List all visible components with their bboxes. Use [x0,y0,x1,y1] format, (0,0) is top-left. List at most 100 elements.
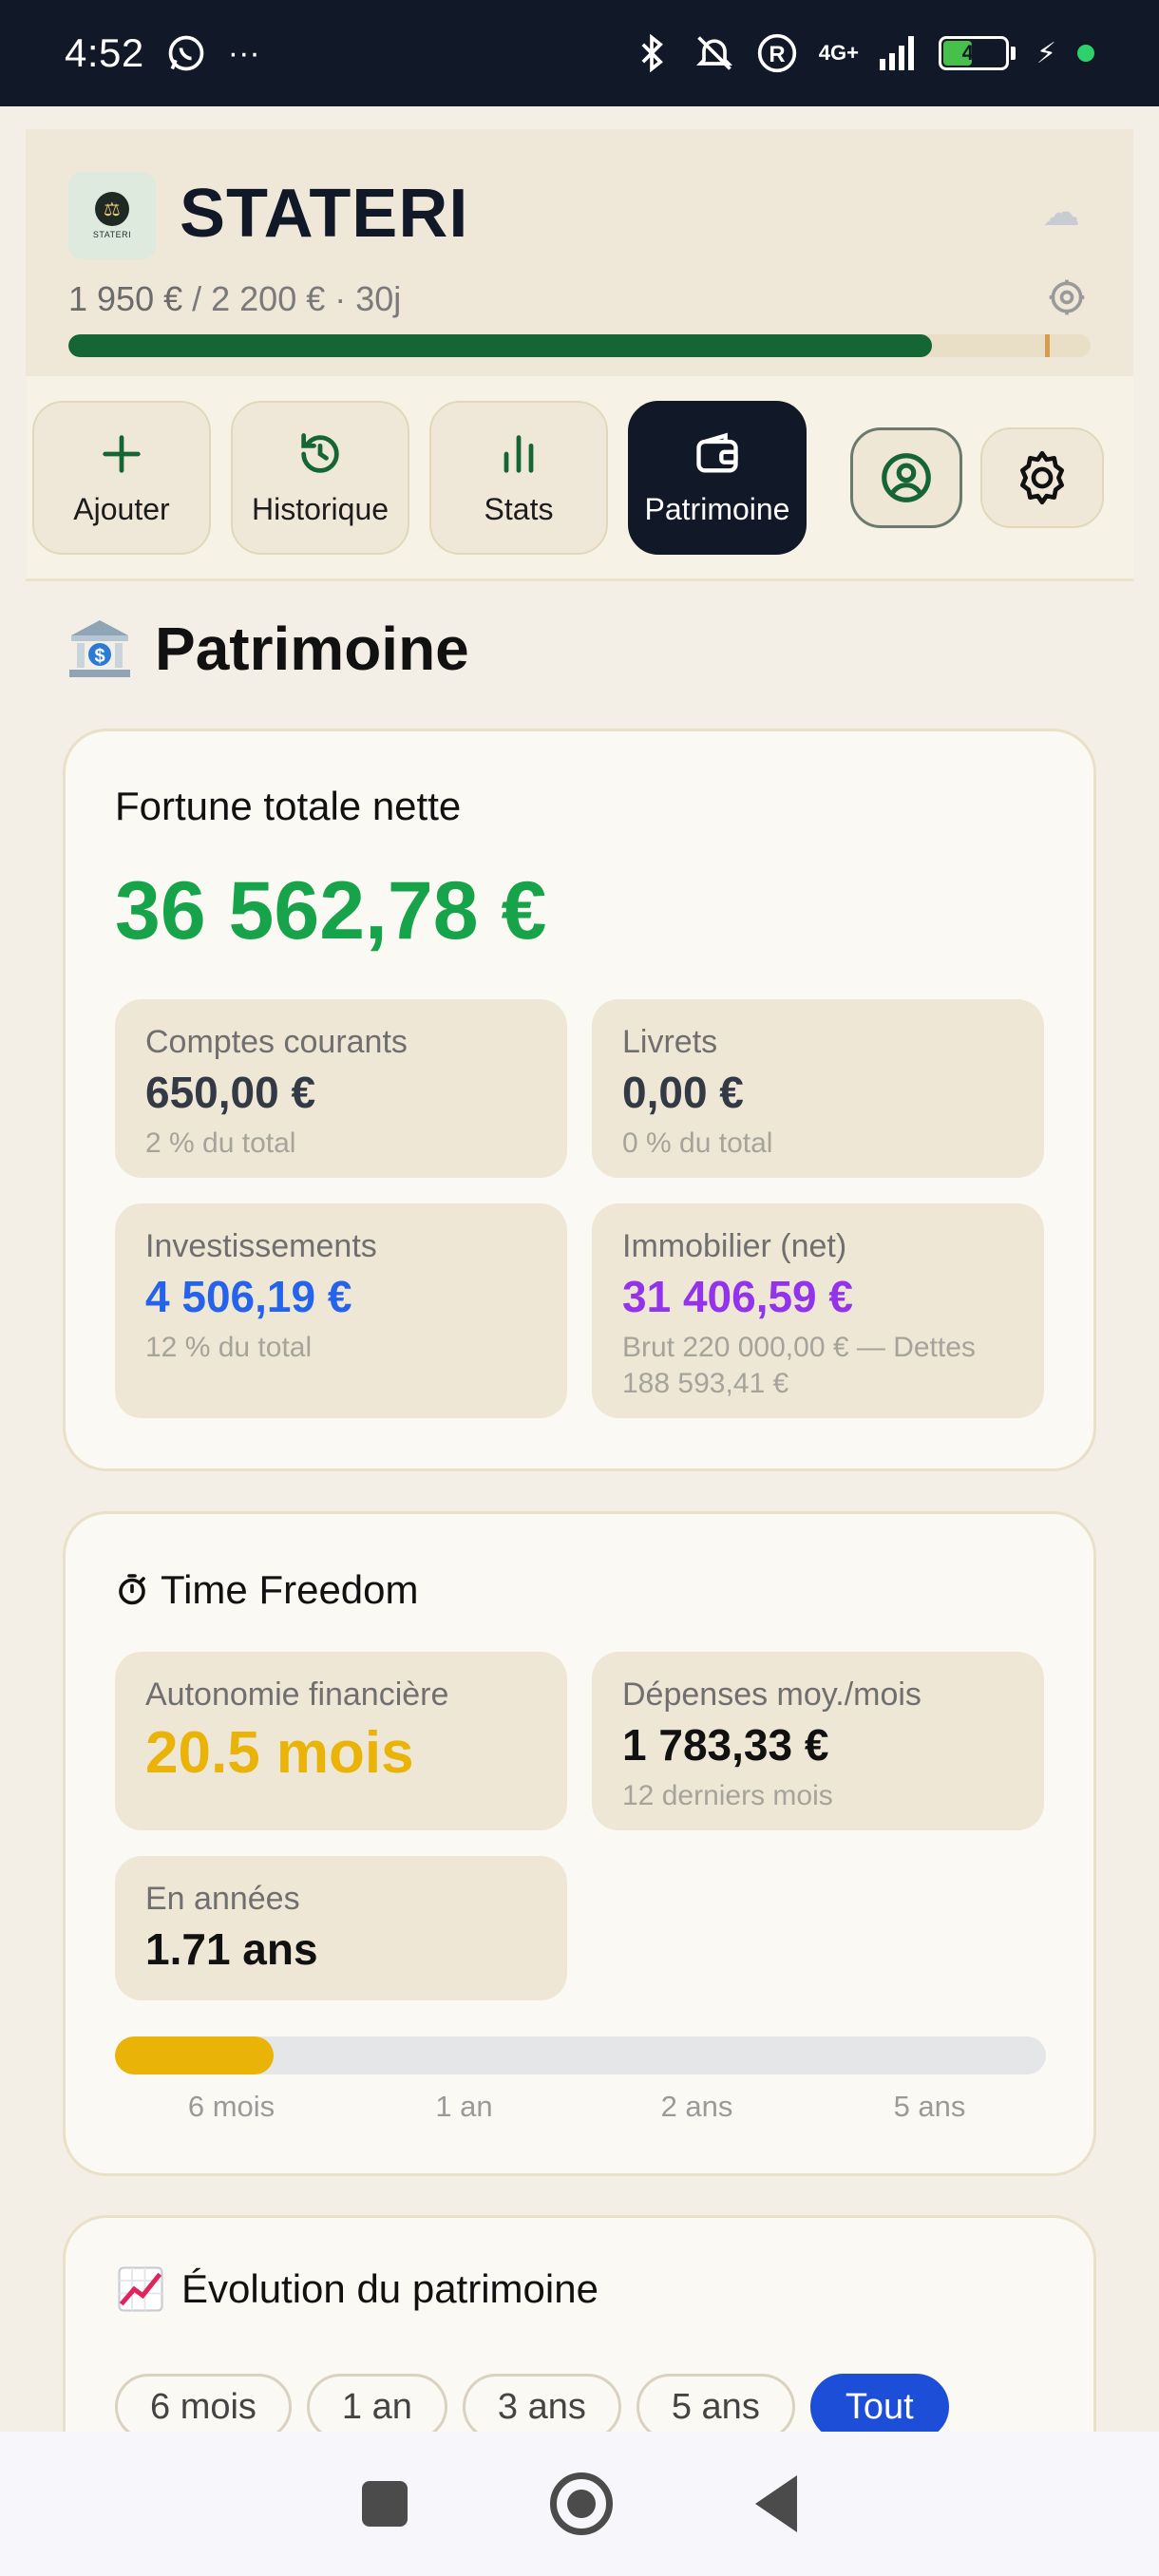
evolution-title: Évolution du patrimoine [181,2266,598,2311]
bank-icon: $ [69,620,130,677]
tile-value: 31 406,59 € [622,1272,854,1321]
tile-real-estate[interactable]: Immobilier (net) 31 406,59 € Brut 220 00… [592,1203,1044,1418]
evolution-header: Évolution du patrimoine [115,2263,598,2315]
wallet-icon [696,432,738,472]
scale-label: 6 mois [187,2090,276,2123]
avg-expenses-value: 1 783,33 € [622,1720,829,1770]
avg-expenses-period: 12 derniers mois [622,1780,833,1811]
autonomy-value: 20.5 mois [145,1720,414,1786]
svg-text:$: $ [94,646,104,667]
period-selector: 6 mois 1 an 3 ans 5 ans Tout [115,2374,949,2432]
time-freedom-title: Time Freedom [161,1567,419,1612]
user-circle-icon [882,453,931,502]
tile-detail: Brut 220 000,00 € — Dettes 188 593,41 € [622,1332,976,1399]
whatsapp-icon [168,35,204,71]
tile-autonomy: Autonomie financière 20.5 mois [115,1652,567,1830]
tile-investments[interactable]: Investissements 4 506,19 € 12 % du total [115,1203,567,1418]
tile-share: 0 % du total [622,1127,773,1159]
history-icon [301,432,339,473]
scale-icon: ⚖ [95,192,129,226]
tile-label: Immobilier (net) [622,1228,847,1264]
freedom-scale: 6 mois 1 an 2 ans 5 ans [115,2090,1046,2128]
charging-icon: ⚡ [1036,37,1056,69]
net-worth-value: 36 562,78 € [115,865,547,957]
nav-history-label: Historique [251,491,390,526]
stopwatch-icon [119,1574,145,1605]
tile-label: Investissements [145,1228,377,1264]
page-title-row: $ Patrimoine [66,614,469,684]
profile-button[interactable] [850,427,962,528]
battery-icon: 47 [938,36,1016,70]
chart-increasing-icon [118,2266,163,2312]
app-header: ⚖ STATERI STATERI ☁ 1 950 € / 2 200 € · … [26,129,1133,376]
tile-share: 12 % du total [145,1332,313,1363]
nav-add-label: Ajouter [73,491,170,526]
bar-chart-icon [504,434,534,473]
registered-icon: R [757,33,796,73]
back-button[interactable] [755,2475,797,2532]
network-type: 4G+ [818,41,859,65]
logo-text: STATERI [92,230,132,239]
years-value: 1.71 ans [145,1924,318,1974]
budget-progress-bar [68,334,1091,357]
budget-settings-icon[interactable] [1046,276,1088,318]
time-freedom-header: Time Freedom [115,1567,419,1613]
nav-stats-label: Stats [484,491,554,526]
period-3-years[interactable]: 3 ans [462,2374,621,2432]
tile-value: 4 506,19 € [145,1272,352,1321]
nav-add-button[interactable]: Ajouter [32,401,211,555]
more-notifications-icon: ··· [227,34,260,71]
budget-marker [1044,334,1050,357]
tile-label: En années [145,1881,300,1917]
freedom-progress-fill [115,2036,274,2074]
budget-progress-fill [68,334,933,357]
evolution-card: Évolution du patrimoine 6 mois 1 an 3 an… [63,2215,1096,2432]
nav-history-button[interactable]: Historique [231,401,409,555]
period-1-year[interactable]: 1 an [306,2374,447,2432]
settings-button[interactable] [980,427,1104,528]
tile-label: Livrets [622,1024,718,1060]
time-freedom-card: Time Freedom Autonomie financière 20.5 m… [63,1511,1096,2176]
period-all[interactable]: Tout [809,2374,949,2432]
tile-label: Comptes courants [145,1024,408,1060]
nav-wealth-button[interactable]: Patrimoine [628,401,807,555]
active-indicator [1077,45,1094,62]
signal-icon [879,36,914,70]
period-5-years[interactable]: 5 ans [636,2374,795,2432]
tile-avg-expenses: Dépenses moy./mois 1 783,33 € 12 dernier… [592,1652,1044,1830]
tile-label: Dépenses moy./mois [622,1676,922,1713]
scale-label: 1 an [435,2090,493,2123]
period-6-months[interactable]: 6 mois [115,2374,292,2432]
tile-value: 0,00 € [622,1068,744,1117]
page-title: Patrimoine [155,615,469,683]
recent-apps-button[interactable] [362,2481,408,2527]
budget-summary: 1 950 € / 2 200 € · 30j [68,279,401,319]
tile-savings[interactable]: Livrets 0,00 € 0 % du total [592,999,1044,1178]
tile-current-accounts[interactable]: Comptes courants 650,00 € 2 % du total [115,999,567,1178]
system-nav-bar [0,2432,1159,2576]
freedom-progress-bar [115,2036,1046,2074]
home-button[interactable] [550,2472,613,2535]
svg-text:R: R [769,42,785,67]
status-time: 4:52 [65,30,144,75]
app-title: STATERI [180,176,469,252]
app-logo: ⚖ STATERI [68,172,156,259]
status-bar: 4:52 ··· R 4G+ 47 ⚡ [0,0,1159,106]
app-container: ⚖ STATERI STATERI ☁ 1 950 € / 2 200 € · … [26,129,1133,2432]
tile-years: En années 1.71 ans [115,1856,567,2000]
bluetooth-icon [641,33,663,73]
net-worth-title: Fortune totale nette [115,784,462,828]
net-worth-card: Fortune totale nette 36 562,78 € Comptes… [63,729,1096,1471]
scale-label: 5 ans [893,2090,966,2123]
cloud-icon[interactable]: ☁ [1042,191,1080,235]
gear-icon [1020,450,1064,505]
main-nav: Ajouter Historique Stats Patrimoine [26,376,1133,581]
bell-muted-icon [695,36,732,70]
scale-label: 2 ans [660,2090,733,2123]
nav-stats-button[interactable]: Stats [429,401,608,555]
tile-share: 2 % du total [145,1127,296,1159]
nav-wealth-label: Patrimoine [644,491,790,526]
tile-label: Autonomie financière [145,1676,449,1713]
budget-total: / 2 200 € · 30j [182,279,402,318]
plus-icon [103,434,141,473]
